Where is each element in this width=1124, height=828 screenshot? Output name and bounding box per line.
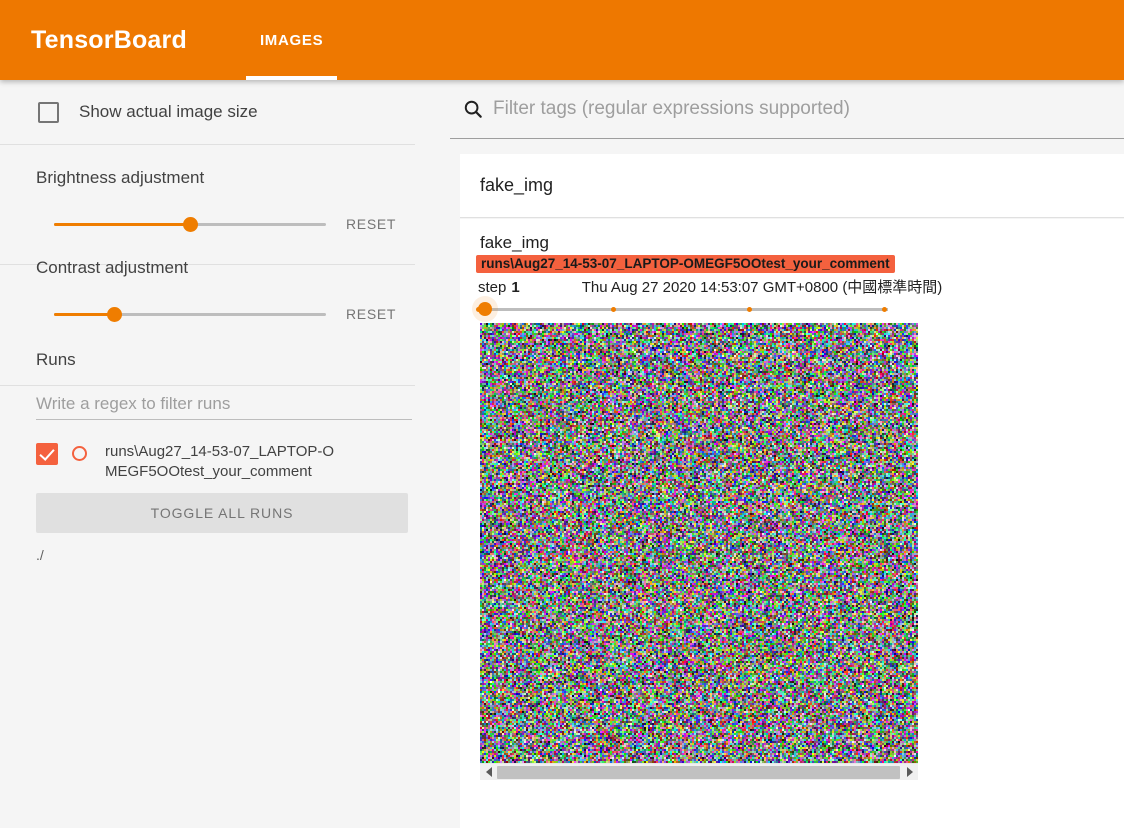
runs-title: Runs: [36, 324, 414, 370]
brightness-slider-thumb[interactable]: [183, 217, 198, 232]
show-actual-image-size-label: Show actual image size: [79, 102, 258, 122]
contrast-section: Contrast adjustment RESET: [0, 234, 450, 324]
wall-time-label: Thu Aug 27 2020 14:53:07 GMT+0800 (中國標準時…: [582, 276, 943, 297]
scrollbar-thumb[interactable]: [497, 766, 900, 779]
tag-group-header[interactable]: fake_img: [460, 154, 1124, 218]
run-name-label: runs\Aug27_14-53-07_LAPTOP-OMEGF5OOtest_…: [105, 442, 335, 482]
tab-images-label: IMAGES: [260, 32, 323, 49]
step-slider-tick[interactable]: [611, 307, 616, 312]
brightness-slider[interactable]: [54, 214, 326, 234]
step-slider-track: [478, 308, 888, 311]
contrast-label: Contrast adjustment: [36, 234, 414, 278]
step-slider-tick[interactable]: [476, 307, 481, 312]
show-actual-size-section: Show actual image size: [0, 80, 450, 144]
image-viewport: [480, 323, 918, 763]
main-content: fake_img fake_img runs\Aug27_14-53-07_LA…: [450, 80, 1124, 828]
step-slider[interactable]: [478, 301, 888, 317]
app-title: TensorBoard: [31, 28, 187, 53]
run-list-item[interactable]: runs\Aug27_14-53-07_LAPTOP-OMEGF5OOtest_…: [36, 442, 414, 482]
step-slider-tick[interactable]: [747, 307, 752, 312]
contrast-reset-button[interactable]: RESET: [346, 306, 396, 322]
logdir-label: ./: [36, 547, 414, 563]
contrast-slider[interactable]: [54, 304, 326, 324]
nav-tabs: IMAGES: [246, 0, 337, 80]
image-card-title: fake_img: [480, 233, 1124, 253]
step-label: step: [478, 279, 506, 296]
search-icon: [462, 98, 484, 120]
scroll-right-arrow-icon[interactable]: [901, 764, 918, 781]
brightness-section: Brightness adjustment RESET: [0, 144, 450, 234]
tab-images[interactable]: IMAGES: [246, 0, 337, 80]
checkbox-icon: [38, 102, 59, 123]
contrast-slider-thumb[interactable]: [107, 307, 122, 322]
tag-filter-input[interactable]: [493, 98, 1124, 120]
scroll-left-arrow-icon[interactable]: [480, 764, 497, 781]
step-info-row: step 1 Thu Aug 27 2020 14:53:07 GMT+0800…: [478, 276, 1124, 297]
image-horizontal-scrollbar[interactable]: [480, 763, 918, 780]
sidebar: Show actual image size Brightness adjust…: [0, 80, 450, 828]
brightness-slider-row: RESET: [36, 214, 414, 234]
run-badge: runs\Aug27_14-53-07_LAPTOP-OMEGF5OOtest_…: [476, 255, 895, 273]
random-noise-image: [480, 323, 918, 763]
runs-filter-input[interactable]: [36, 388, 412, 420]
brightness-slider-fill: [54, 223, 190, 226]
runs-section: Runs runs\Aug27_14-53-07_LAPTOP-OMEGF5OO…: [0, 324, 450, 563]
show-actual-image-size-checkbox[interactable]: Show actual image size: [36, 80, 414, 144]
run-checkbox-icon[interactable]: [36, 443, 58, 465]
toggle-all-runs-button[interactable]: TOGGLE ALL RUNS: [36, 493, 408, 533]
tag-filter-bar: [450, 80, 1124, 139]
contrast-slider-fill: [54, 313, 114, 316]
brightness-label: Brightness adjustment: [36, 144, 414, 188]
step-slider-tick[interactable]: [882, 307, 887, 312]
image-card: fake_img runs\Aug27_14-53-07_LAPTOP-OMEG…: [460, 219, 1124, 828]
step-value: 1: [511, 279, 519, 296]
run-color-circle-icon: [72, 446, 87, 461]
contrast-slider-row: RESET: [36, 304, 414, 324]
brightness-reset-button[interactable]: RESET: [346, 216, 396, 232]
tag-group-title: fake_img: [480, 175, 553, 196]
app-header: TensorBoard IMAGES: [0, 0, 1124, 80]
